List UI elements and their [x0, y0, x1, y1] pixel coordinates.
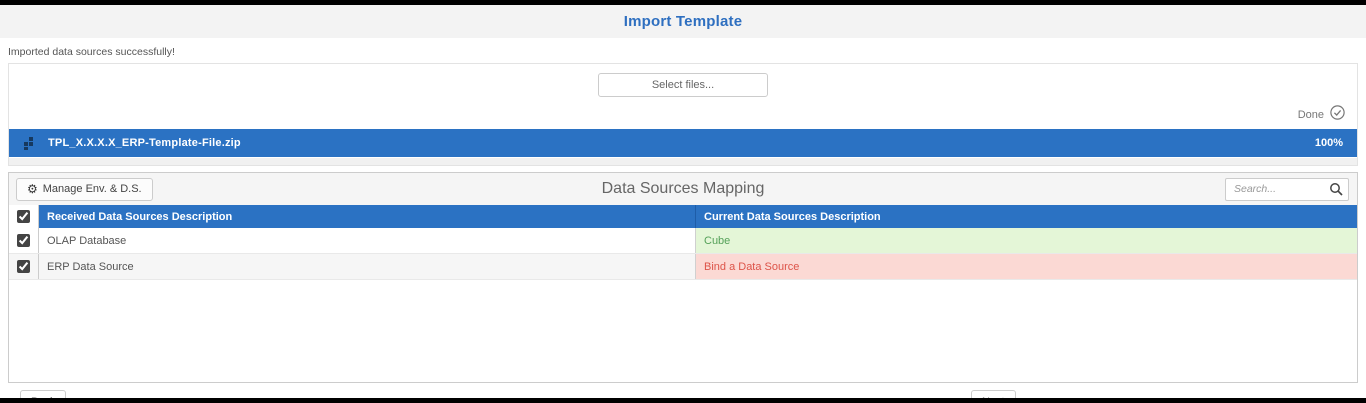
row-checkbox-cell [9, 228, 39, 253]
table-row[interactable]: ERP Data Source Bind a Data Source [9, 254, 1357, 280]
check-circle-icon [1330, 105, 1345, 125]
row-checkbox[interactable] [17, 234, 30, 247]
column-header-current: Current Data Sources Description [695, 205, 1357, 228]
bottom-border-bar [0, 398, 1366, 403]
select-all-checkbox[interactable] [17, 210, 30, 223]
row-checkbox[interactable] [17, 260, 30, 273]
received-data-source-cell: ERP Data Source [39, 254, 695, 279]
received-data-source-cell: OLAP Database [39, 228, 695, 253]
manage-env-ds-label: Manage Env. & D.S. [43, 183, 142, 195]
current-data-source-cell[interactable]: Bind a Data Source [695, 254, 1357, 279]
mapping-section-title: Data Sources Mapping [9, 180, 1357, 198]
column-header-received: Received Data Sources Description [39, 205, 695, 228]
import-status-message: Imported data sources successfully! [8, 46, 1358, 58]
mapping-toolbar: ⚙ Manage Env. & D.S. Data Sources Mappin… [9, 173, 1357, 205]
select-files-button[interactable]: Select files... [598, 73, 768, 97]
gear-icon: ⚙ [27, 183, 38, 195]
dialog-header: Import Template [0, 5, 1366, 38]
upload-progress-bar: TPL_X.X.X.X_ERP-Template-File.zip 100% [9, 129, 1357, 157]
upload-panel-footer [9, 157, 1357, 165]
select-all-cell [9, 205, 39, 228]
zip-file-icon [23, 136, 38, 151]
file-upload-panel: Select files... Done TPL_X.X.X.X_ERP-T [8, 63, 1358, 166]
current-data-source-cell[interactable]: Cube [695, 228, 1357, 253]
data-sources-mapping-panel: ⚙ Manage Env. & D.S. Data Sources Mappin… [8, 172, 1358, 383]
page-title: Import Template [624, 13, 743, 30]
search-icon[interactable] [1329, 182, 1344, 202]
uploaded-file-name: TPL_X.X.X.X_ERP-Template-File.zip [48, 137, 241, 149]
row-checkbox-cell [9, 254, 39, 279]
manage-env-ds-button[interactable]: ⚙ Manage Env. & D.S. [16, 178, 153, 201]
mapping-table-header: Received Data Sources Description Curren… [9, 205, 1357, 228]
upload-progress-percent: 100% [1315, 137, 1343, 149]
upload-done-label: Done [1298, 109, 1324, 121]
table-row[interactable]: OLAP Database Cube [9, 228, 1357, 254]
